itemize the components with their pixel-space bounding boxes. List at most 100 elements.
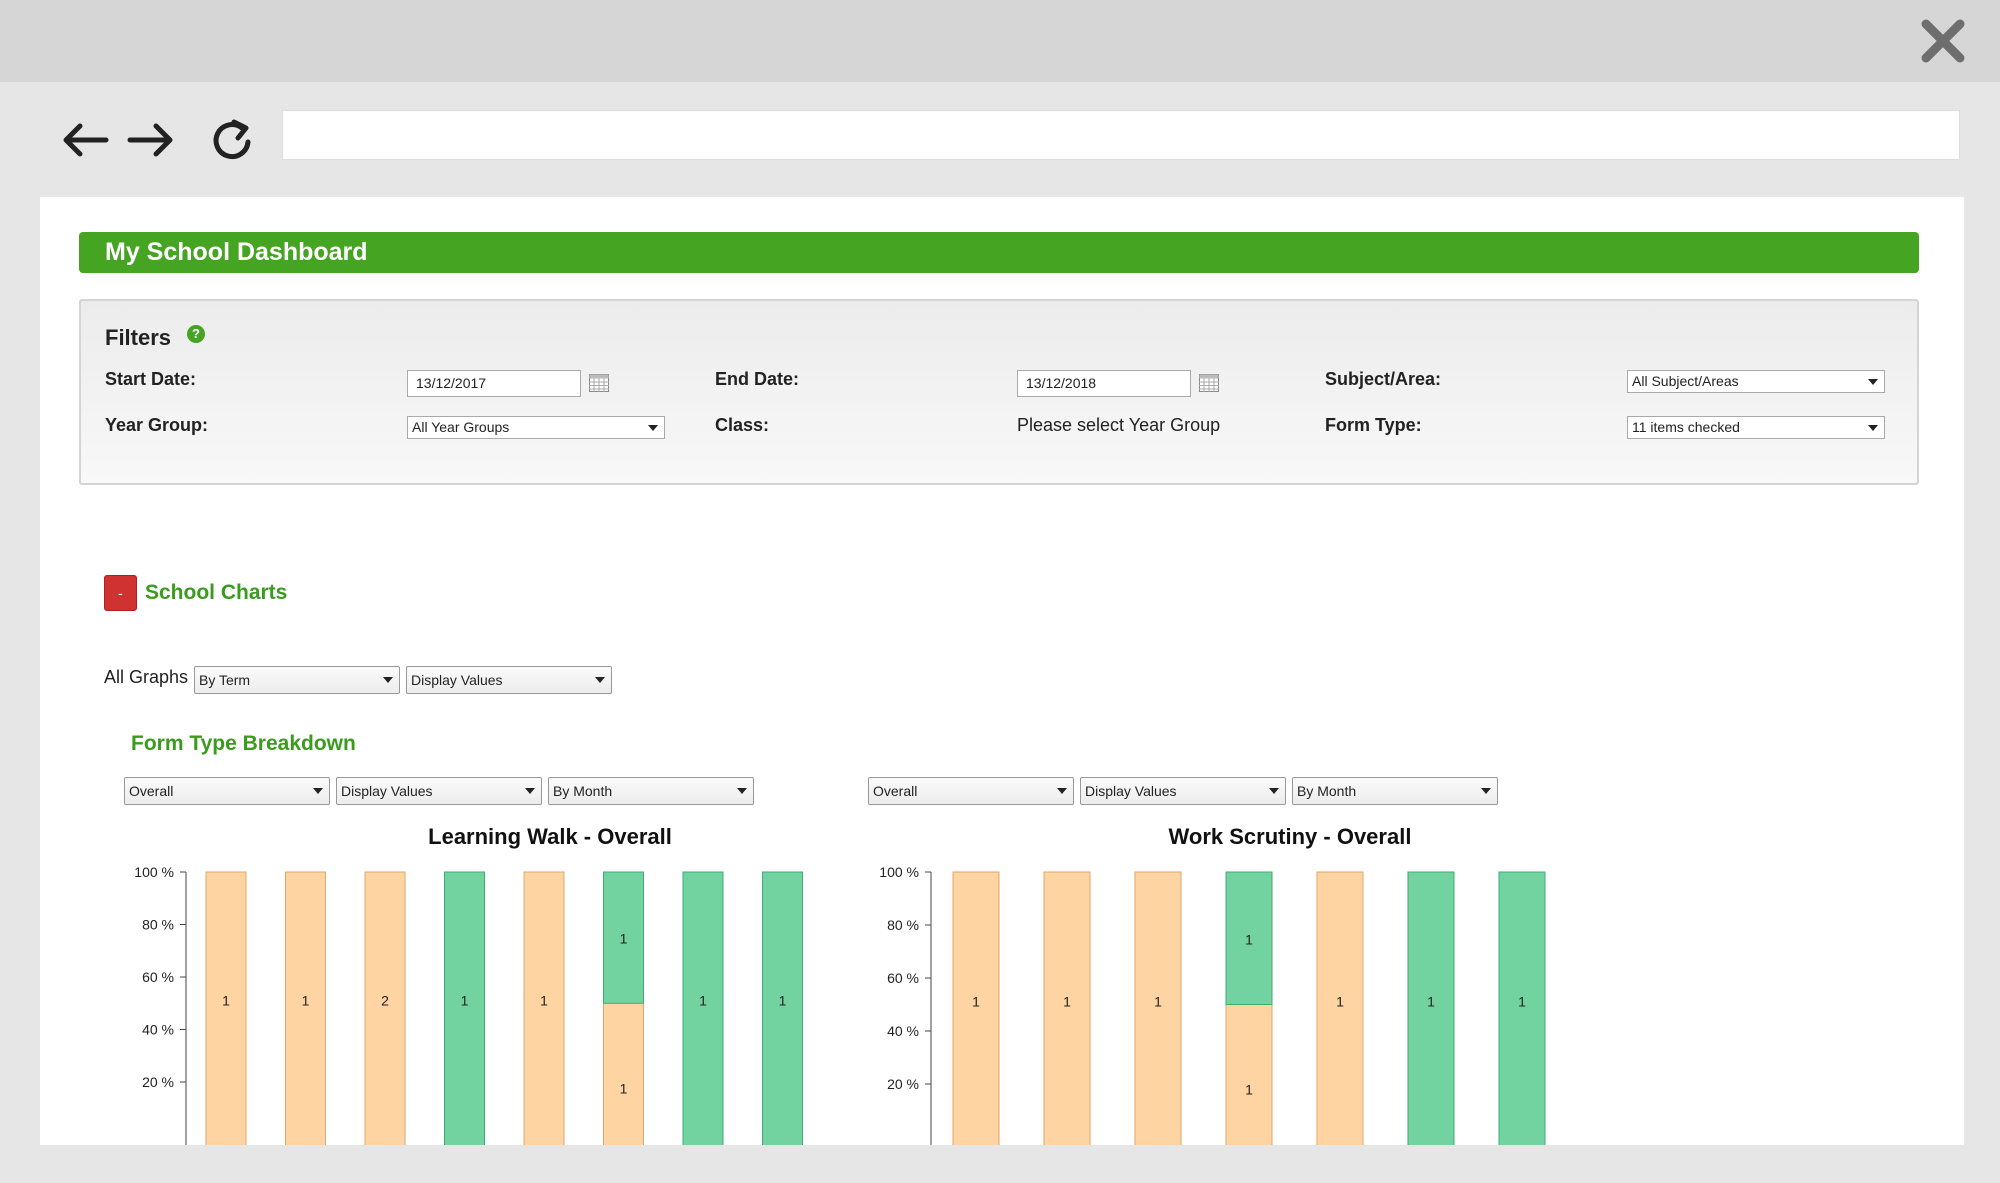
address-bar[interactable]: [282, 110, 1960, 160]
bar-segment-orange: [364, 871, 406, 1145]
all-graphs-period-value: By Term: [199, 672, 251, 688]
all-graphs-display-value: Display Values: [411, 672, 503, 688]
bar-value-label: 1: [1154, 994, 1162, 1010]
chart-scope-select[interactable]: Overall: [868, 777, 1074, 805]
stacked-bar: 11: [603, 871, 644, 1145]
chart-scope-value: Overall: [873, 783, 918, 799]
stacked-bar: 1: [1043, 871, 1091, 1145]
chevron-down-icon: [1868, 379, 1878, 385]
filters-panel: Filters ? Start Date: 13/12/2017 End Dat…: [79, 299, 1919, 485]
stacked-bar: 2: [364, 871, 406, 1145]
chart-period-select[interactable]: By Month: [1292, 777, 1498, 805]
stacked-bar: 1: [1134, 871, 1182, 1145]
stacked-bar: 1: [523, 871, 565, 1145]
end-date-input[interactable]: 13/12/2018: [1017, 370, 1191, 397]
subject-area-value: All Subject/Areas: [1632, 373, 1739, 389]
all-graphs-period-select[interactable]: By Term: [194, 666, 400, 694]
bar-segment-green: [682, 871, 724, 1145]
bar-value-label: 1: [1245, 1082, 1253, 1098]
stacked-bar: 1: [952, 871, 1000, 1145]
bar-segment-orange: [523, 871, 565, 1145]
start-date-input[interactable]: 13/12/2017: [407, 370, 581, 397]
reload-icon[interactable]: [206, 118, 258, 162]
close-icon[interactable]: [1918, 16, 1968, 66]
subject-area-select[interactable]: All Subject/Areas: [1627, 370, 1885, 393]
bar-value-label: 1: [1336, 994, 1344, 1010]
filters-title: Filters: [105, 325, 172, 350]
chart-scope-select[interactable]: Overall: [124, 777, 330, 805]
calendar-icon[interactable]: [589, 374, 609, 392]
chart-title: Work Scrutiny - Overall: [1168, 824, 1412, 849]
bar-segment-orange: [285, 871, 326, 1145]
form-type-label: Form Type:: [1325, 415, 1422, 435]
browser-toolbar: [0, 82, 2000, 197]
bar-segment-green: [762, 871, 803, 1145]
window-titlebar: [0, 0, 2000, 82]
chevron-down-icon: [648, 425, 658, 431]
stacked-bar: 1: [1407, 871, 1455, 1145]
chevron-down-icon: [1868, 425, 1878, 431]
y-tick-label: 20 %: [142, 1074, 174, 1090]
stacked-bar: 11: [1225, 871, 1273, 1145]
y-tick-label: 20 %: [887, 1076, 919, 1092]
stacked-bar: 1: [1498, 871, 1546, 1145]
window-frame-bottom: [0, 1145, 2000, 1183]
bar-value-label: 1: [540, 992, 548, 1008]
y-tick-label: 80 %: [887, 917, 919, 933]
y-tick-label: 100 %: [134, 864, 174, 880]
all-graphs-display-select[interactable]: Display Values: [406, 666, 612, 694]
chart-scope-value: Overall: [129, 783, 174, 799]
calendar-icon[interactable]: [1199, 374, 1219, 392]
form-type-value: 11 items checked: [1632, 419, 1740, 435]
arrow-left-icon[interactable]: [58, 118, 110, 162]
year-group-select[interactable]: All Year Groups: [407, 416, 665, 439]
bar-segment-orange: [205, 871, 247, 1145]
stacked-bar: 1: [682, 871, 724, 1145]
stacked-bar: 1: [1316, 871, 1364, 1145]
collapse-charts-button[interactable]: -: [104, 575, 137, 611]
chevron-down-icon: [1269, 788, 1279, 794]
class-value: Please select Year Group: [1017, 415, 1221, 435]
form-type-breakdown-title: Form Type Breakdown: [131, 732, 356, 755]
bar-value-label: 1: [461, 992, 469, 1008]
bar-segment-green: [444, 871, 485, 1145]
arrow-right-icon[interactable]: [126, 118, 178, 162]
start-date-label: Start Date:: [105, 369, 197, 389]
work-scrutiny-chart: 100 %80 %60 %40 %20 %1 1 1111 1 1: [879, 864, 1546, 1145]
chevron-down-icon: [383, 677, 393, 683]
end-date-label: End Date:: [715, 369, 800, 389]
page-viewport: My School Dashboard Filters ? Start Date…: [40, 197, 1964, 1145]
bar-value-label: 1: [620, 1080, 628, 1096]
chevron-down-icon: [737, 788, 747, 794]
y-tick-label: 80 %: [142, 917, 174, 933]
window-frame-left: [0, 197, 40, 1145]
chevron-down-icon: [595, 677, 605, 683]
page-title: My School Dashboard: [79, 232, 1919, 273]
bar-value-label: 1: [1063, 994, 1071, 1010]
y-tick-label: 100 %: [879, 864, 919, 880]
chart-period-select[interactable]: By Month: [548, 777, 754, 805]
bar-value-label: 1: [779, 992, 787, 1008]
chevron-down-icon: [1481, 788, 1491, 794]
form-type-select[interactable]: 11 items checked: [1627, 416, 1885, 439]
stacked-bar: 1: [285, 871, 326, 1145]
chart-title: Learning Walk - Overall: [428, 824, 672, 849]
chevron-down-icon: [313, 788, 323, 794]
bar-value-label: 1: [1518, 994, 1526, 1010]
help-icon[interactable]: ?: [187, 325, 205, 343]
chart-display-value: Display Values: [341, 783, 433, 799]
stacked-bar: 1: [444, 871, 485, 1145]
bar-value-label: 1: [302, 992, 310, 1008]
bar-value-label: 2: [381, 992, 389, 1008]
bar-value-label: 1: [1427, 994, 1435, 1010]
class-label: Class:: [715, 415, 770, 435]
bar-value-label: 1: [699, 992, 707, 1008]
bar-segment-orange: [1225, 1004, 1273, 1145]
year-group-label: Year Group:: [105, 415, 209, 435]
stacked-bar: 1: [762, 871, 803, 1145]
chart-display-value: Display Values: [1085, 783, 1177, 799]
chevron-down-icon: [1057, 788, 1067, 794]
chart-period-value: By Month: [553, 783, 613, 799]
chart-display-select[interactable]: Display Values: [1080, 777, 1286, 805]
chart-display-select[interactable]: Display Values: [336, 777, 542, 805]
